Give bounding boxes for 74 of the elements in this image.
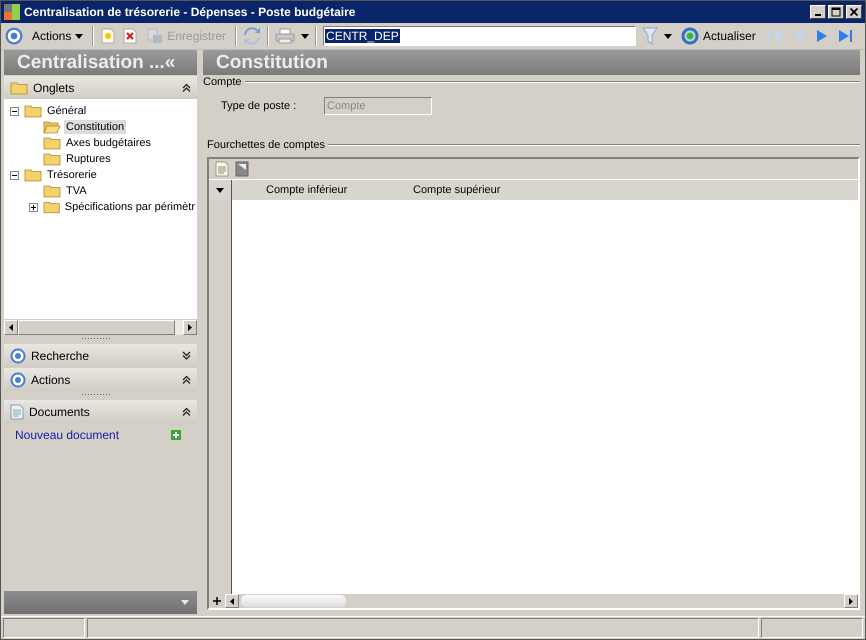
refresh-button[interactable]: Actualiser: [678, 26, 759, 46]
section-title: Documents: [29, 404, 91, 418]
group-label: Compte: [203, 76, 242, 88]
minimize-icon: [815, 14, 821, 16]
chevron-up-icon[interactable]: [182, 407, 191, 416]
right-arrow-icon[interactable]: [849, 598, 853, 604]
horizontal-scrollbar[interactable]: [225, 594, 858, 608]
horizontal-scrollbar[interactable]: [4, 319, 197, 335]
app-icon: [4, 4, 20, 20]
section-header[interactable]: Actions: [4, 368, 197, 391]
delete-icon[interactable]: [122, 28, 138, 44]
folder-icon: [10, 80, 28, 94]
section-title: Onglets: [33, 80, 76, 94]
refresh-icon: [681, 27, 700, 45]
folder-icon: [24, 168, 42, 182]
close-icon: [849, 7, 859, 17]
caret-icon[interactable]: [301, 34, 310, 38]
section-header[interactable]: Documents: [4, 400, 197, 423]
save-icon: [147, 28, 164, 44]
last-record-icon[interactable]: [836, 27, 855, 45]
close-button[interactable]: [846, 5, 862, 19]
expand-icon[interactable]: [29, 202, 40, 212]
folder-icon: [43, 152, 61, 166]
tree-item[interactable]: Général: [45, 104, 88, 118]
actions-menu-button[interactable]: Actions: [29, 28, 86, 44]
right-arrow-icon[interactable]: [188, 324, 192, 331]
tree-item[interactable]: Constitution: [64, 120, 126, 134]
chevron-up-icon[interactable]: [182, 83, 191, 92]
tree-item[interactable]: Trésorerie: [45, 168, 99, 182]
minimize-button[interactable]: [810, 5, 826, 19]
folder-icon: [43, 136, 61, 150]
section-header[interactable]: Onglets: [4, 76, 197, 99]
section-title: Recherche: [31, 348, 90, 362]
document-icon: [10, 404, 24, 420]
collapse-icon[interactable]: [10, 170, 21, 180]
tree-item[interactable]: Ruptures: [64, 152, 113, 166]
left-arrow-icon[interactable]: [230, 598, 234, 604]
maximize-button[interactable]: [828, 5, 844, 19]
caret-icon: [75, 34, 84, 38]
folder-icon: [42, 200, 60, 214]
circle-icon[interactable]: [5, 27, 23, 45]
tree-item[interactable]: Axes budgétaires: [64, 136, 153, 150]
new-document-link[interactable]: Nouveau document: [15, 428, 120, 442]
window-title: Centralisation de trésorerie - Dépenses - Poste budgétaire: [24, 5, 356, 19]
left-arrow-icon[interactable]: [9, 324, 13, 331]
panel-title: Constitution: [215, 52, 328, 74]
group-label: Fourchettes de comptes: [207, 139, 326, 151]
chevron-up-icon[interactable]: [182, 375, 191, 384]
tree-item[interactable]: TVA: [64, 184, 89, 198]
tree-item[interactable]: Spécifications par périmètr: [62, 200, 197, 214]
folder-icon: [24, 104, 42, 118]
panel-title: Centralisation ...«: [16, 52, 176, 74]
scroll-thumb[interactable]: [241, 595, 346, 607]
plus-icon: [213, 597, 221, 605]
section-title: Actions: [31, 372, 72, 386]
circle-icon: [10, 348, 26, 364]
caret-icon[interactable]: [664, 34, 672, 38]
collapse-icon[interactable]: [10, 106, 21, 116]
column-header[interactable]: Compte supérieur: [413, 184, 560, 196]
new-row-icon[interactable]: [215, 161, 229, 177]
add-icon[interactable]: [171, 430, 181, 440]
chevron-down-icon[interactable]: [182, 351, 191, 360]
code-field[interactable]: CENTR_DEP: [323, 26, 636, 46]
maximize-icon: [831, 7, 841, 17]
field-label: Type de poste :: [221, 100, 298, 112]
column-header[interactable]: Compte inférieur: [266, 184, 413, 196]
folder-icon: [43, 184, 61, 198]
open-folder-icon: [43, 120, 61, 134]
image-icon[interactable]: [235, 161, 249, 177]
section-header[interactable]: Recherche: [4, 344, 197, 367]
caret-icon[interactable]: [216, 188, 224, 192]
type-field: Compte: [324, 97, 432, 115]
printer-icon[interactable]: [275, 28, 296, 44]
circle-icon: [10, 372, 26, 388]
